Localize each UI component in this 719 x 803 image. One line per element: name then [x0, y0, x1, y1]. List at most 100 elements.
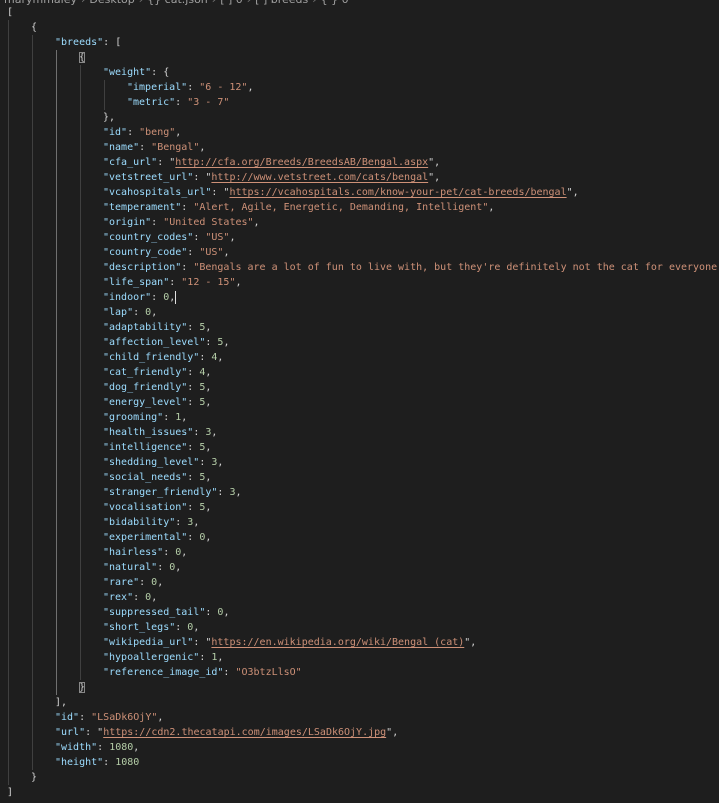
- json-key: "dog_friendly": [103, 382, 188, 393]
- code-line[interactable]: "rare": 0,: [0, 575, 719, 590]
- code-line[interactable]: "id": "beng",: [0, 125, 719, 140]
- code-line[interactable]: "cat_friendly": 4,: [0, 365, 719, 380]
- code-line[interactable]: "health_issues": 3,: [0, 425, 719, 440]
- code-line[interactable]: {: [0, 20, 719, 35]
- code-line[interactable]: "hypoallergenic": 1,: [0, 650, 719, 665]
- colon: :: [163, 547, 176, 558]
- code-line[interactable]: "vetstreet_url": "http://www.vetstreet.c…: [0, 170, 719, 185]
- json-key: "child_friendly": [103, 352, 200, 363]
- code-line[interactable]: "short_legs": 0,: [0, 620, 719, 635]
- code-line[interactable]: ]: [0, 785, 719, 800]
- code-line[interactable]: "lap": 0,: [0, 305, 719, 320]
- comma: ,: [434, 157, 441, 168]
- code-line[interactable]: "width": 1080,: [0, 740, 719, 755]
- code-line[interactable]: "breeds": [: [0, 35, 719, 50]
- indent-guide: [8, 590, 9, 605]
- code-line[interactable]: "height": 1080: [0, 755, 719, 770]
- indent-guide: [32, 575, 33, 590]
- indent-guide: [56, 425, 57, 440]
- code-line[interactable]: },: [0, 110, 719, 125]
- indent-guide: [56, 140, 57, 155]
- code-content: "short_legs": 0,: [0, 622, 199, 633]
- json-editor[interactable]: [{"breeds": [{"weight": {"imperial": "6 …: [0, 5, 719, 800]
- json-key: "vocalisation": [103, 502, 188, 513]
- code-line[interactable]: "imperial": "6 - 12",: [0, 80, 719, 95]
- code-line[interactable]: "url": "https://cdn2.thecatapi.com/image…: [0, 725, 719, 740]
- indent-guide: [8, 380, 9, 395]
- code-line[interactable]: "bidability": 3,: [0, 515, 719, 530]
- indent-guide: [8, 635, 9, 650]
- code-line[interactable]: "child_friendly": 4,: [0, 350, 719, 365]
- code-line[interactable]: "wikipedia_url": "https://en.wikipedia.o…: [0, 635, 719, 650]
- indent-guide: [32, 425, 33, 440]
- code-line[interactable]: "affection_level": 5,: [0, 335, 719, 350]
- code-line[interactable]: "indoor": 0,: [0, 290, 719, 305]
- indent-guide: [8, 50, 9, 65]
- indent-guide: [56, 260, 57, 275]
- json-url-link[interactable]: https://vcahospitals.com/know-your-pet/c…: [229, 187, 566, 198]
- code-line[interactable]: "vocalisation": 5,: [0, 500, 719, 515]
- code-line[interactable]: "origin": "United States",: [0, 215, 719, 230]
- code-content: "temperament": "Alert, Agile, Energetic,…: [0, 202, 494, 213]
- code-line[interactable]: "reference_image_id": "O3btzLlsO": [0, 665, 719, 680]
- code-line[interactable]: "metric": "3 - 7": [0, 95, 719, 110]
- comma: ,: [205, 532, 212, 543]
- code-line[interactable]: "rex": 0,: [0, 590, 719, 605]
- json-url-link[interactable]: https://cdn2.thecatapi.com/images/LSaDk6…: [103, 727, 386, 738]
- code-line[interactable]: "energy_level": 5,: [0, 395, 719, 410]
- indent-guide: [8, 770, 9, 785]
- text-cursor: [175, 290, 177, 304]
- colon: :: [181, 262, 194, 273]
- indent-guide: [32, 560, 33, 575]
- indent-guide: [56, 350, 57, 365]
- indent-guide: [80, 560, 81, 575]
- json-url-link[interactable]: http://cfa.org/Breeds/BreedsAB/Bengal.as…: [175, 157, 428, 168]
- code-line[interactable]: "hairless": 0,: [0, 545, 719, 560]
- code-line[interactable]: "weight": {: [0, 65, 719, 80]
- indent-guide: [56, 575, 57, 590]
- code-line[interactable]: "grooming": 1,: [0, 410, 719, 425]
- code-line[interactable]: }: [0, 680, 719, 695]
- code-content: "affection_level": 5,: [0, 337, 229, 348]
- code-line[interactable]: "suppressed_tail": 0,: [0, 605, 719, 620]
- code-line[interactable]: "id": "LSaDk6OjY",: [0, 710, 719, 725]
- code-content: ]: [0, 787, 13, 798]
- indent-guide: [32, 410, 33, 425]
- code-line[interactable]: "dog_friendly": 5,: [0, 380, 719, 395]
- code-line[interactable]: ],: [0, 695, 719, 710]
- json-string-value: "Bengal": [151, 142, 200, 153]
- indent-guide: [80, 365, 81, 380]
- code-line[interactable]: "country_code": "US",: [0, 245, 719, 260]
- colon: :: [133, 592, 146, 603]
- indent-guide: [80, 110, 81, 125]
- indent-guide: [80, 650, 81, 665]
- json-url-link[interactable]: http://www.vetstreet.com/cats/bengal: [211, 172, 428, 183]
- colon: :: [187, 502, 200, 513]
- code-line[interactable]: "life_span": "12 - 15",: [0, 275, 719, 290]
- code-line[interactable]: "vcahospitals_url": "https://vcahospital…: [0, 185, 719, 200]
- colon: :: [181, 202, 194, 213]
- indent-guide: [8, 320, 9, 335]
- indent-guide: [8, 350, 9, 365]
- code-line[interactable]: "intelligence": 5,: [0, 440, 719, 455]
- json-url-link[interactable]: https://en.wikipedia.org/wiki/Bengal_(ca…: [211, 637, 464, 648]
- code-line[interactable]: "description": "Bengals are a lot of fun…: [0, 260, 719, 275]
- code-line[interactable]: "stranger_friendly": 3,: [0, 485, 719, 500]
- colon: :: [205, 337, 218, 348]
- code-line[interactable]: "cfa_url": "http://cfa.org/Breeds/Breeds…: [0, 155, 719, 170]
- code-line[interactable]: "social_needs": 5,: [0, 470, 719, 485]
- code-line[interactable]: "adaptability": 5,: [0, 320, 719, 335]
- code-line[interactable]: [: [0, 5, 719, 20]
- code-line[interactable]: {: [0, 50, 719, 65]
- json-string-value: "Bengals are a lot of fun to live with, …: [193, 262, 719, 273]
- code-line[interactable]: }: [0, 770, 719, 785]
- code-line[interactable]: "natural": 0,: [0, 560, 719, 575]
- code-line[interactable]: "temperament": "Alert, Agile, Energetic,…: [0, 200, 719, 215]
- json-key: "origin": [103, 217, 152, 228]
- code-line[interactable]: "name": "Bengal",: [0, 140, 719, 155]
- code-line[interactable]: "shedding_level": 3,: [0, 455, 719, 470]
- code-line[interactable]: "experimental": 0,: [0, 530, 719, 545]
- code-line[interactable]: "country_codes": "US",: [0, 230, 719, 245]
- indent-guide: [32, 185, 33, 200]
- indent-guide: [56, 320, 57, 335]
